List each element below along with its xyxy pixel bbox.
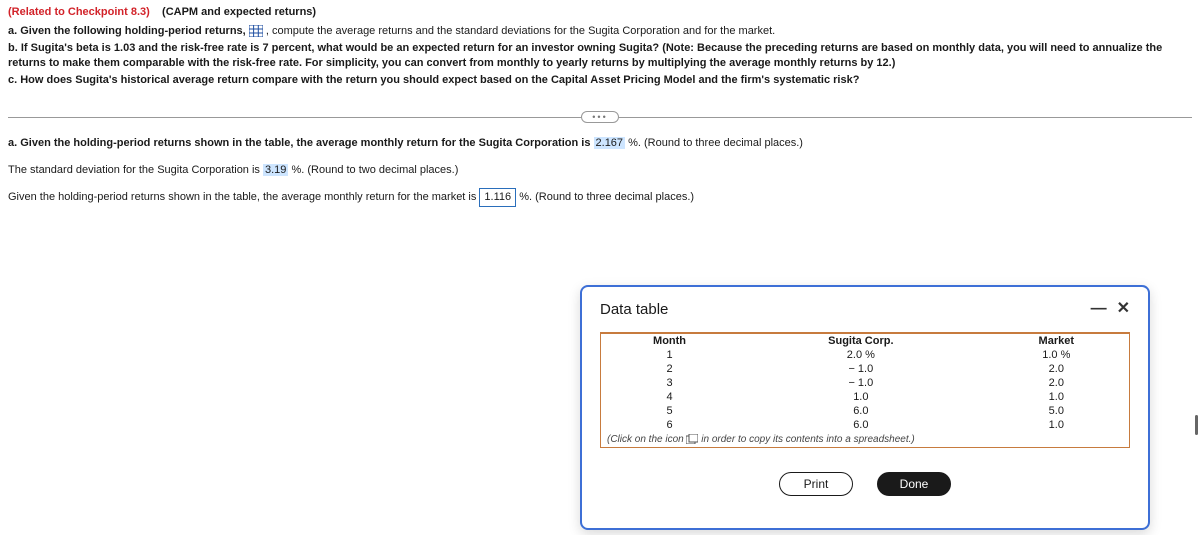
- minimize-icon[interactable]: —: [1091, 301, 1107, 317]
- table-row: 66.01.0: [601, 418, 1129, 432]
- table-row: 12.0 %1.0 %: [601, 348, 1129, 362]
- col-month: Month: [601, 334, 738, 348]
- table-row: 41.01.0: [601, 390, 1129, 404]
- answer-line-1: a. Given the holding-period returns show…: [8, 135, 1192, 152]
- modal-note: (Click on the icon in order to copy its …: [601, 432, 1129, 447]
- answer2-pre: The standard deviation for the Sugita Co…: [8, 164, 263, 176]
- question-a-post: , compute the average returns and the st…: [266, 25, 775, 37]
- answer1-pre: a. Given the holding-period returns show…: [8, 137, 594, 149]
- scrollbar-thumb[interactable]: [1195, 415, 1198, 435]
- question-a: a. Given the following holding-period re…: [8, 24, 1192, 39]
- modal-footer: Print Done: [600, 472, 1130, 496]
- data-table-modal: Data table — ✕ Month Sugita Corp. Market…: [580, 285, 1150, 530]
- question-b: b. If Sugita's beta is 1.03 and the risk…: [8, 41, 1192, 71]
- modal-title: Data table: [600, 301, 668, 318]
- answer1-post: %. (Round to three decimal places.): [628, 137, 803, 149]
- close-icon[interactable]: ✕: [1117, 301, 1130, 317]
- question-body: a. Given the following holding-period re…: [8, 24, 1192, 87]
- note-post: in order to copy its contents into a spr…: [701, 434, 914, 445]
- subtitle: (CAPM and expected returns): [162, 6, 316, 18]
- note-pre: (Click on the icon: [607, 434, 686, 445]
- answer-line-2: The standard deviation for the Sugita Co…: [8, 162, 1192, 179]
- section-divider: •••: [8, 111, 1192, 123]
- data-table: Month Sugita Corp. Market 12.0 %1.0 % 2−…: [601, 334, 1129, 432]
- answer3-pre: Given the holding-period returns shown i…: [8, 191, 479, 203]
- answer1-value: 2.167: [594, 137, 626, 149]
- table-row: 56.05.0: [601, 404, 1129, 418]
- question-header: (Related to Checkpoint 8.3) (CAPM and ex…: [8, 6, 1192, 18]
- print-button[interactable]: Print: [779, 472, 853, 496]
- table-row: 3− 1.02.0: [601, 376, 1129, 390]
- checkpoint-label: (Related to Checkpoint 8.3): [8, 6, 150, 18]
- question-a-pre: a. Given the following holding-period re…: [8, 25, 249, 37]
- answer-line-3: Given the holding-period returns shown i…: [8, 188, 1192, 207]
- col-sugita: Sugita Corp.: [738, 334, 983, 348]
- answer2-post: %. (Round to two decimal places.): [291, 164, 458, 176]
- data-table-icon[interactable]: [249, 25, 263, 37]
- answer2-value: 3.19: [263, 164, 288, 176]
- modal-header: Data table — ✕: [600, 301, 1130, 318]
- table-header-row: Month Sugita Corp. Market: [601, 334, 1129, 348]
- col-market: Market: [984, 334, 1129, 348]
- copy-icon[interactable]: [686, 434, 698, 444]
- modal-body: Month Sugita Corp. Market 12.0 %1.0 % 2−…: [600, 332, 1130, 448]
- question-c: c. How does Sugita's historical average …: [8, 73, 1192, 88]
- answer3-post: %. (Round to three decimal places.): [519, 191, 694, 203]
- table-row: 2− 1.02.0: [601, 362, 1129, 376]
- answer3-input[interactable]: 1.116: [479, 188, 516, 207]
- answer-block: a. Given the holding-period returns show…: [8, 135, 1192, 207]
- done-button[interactable]: Done: [877, 472, 951, 496]
- expand-dots[interactable]: •••: [581, 111, 618, 123]
